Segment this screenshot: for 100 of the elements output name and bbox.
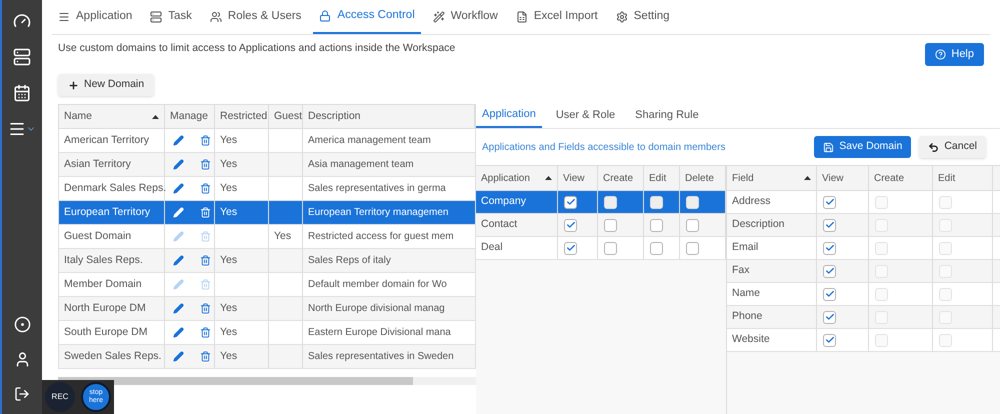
checkbox[interactable] bbox=[823, 264, 836, 278]
new-domain-button[interactable]: New Domain bbox=[58, 74, 154, 96]
domain-row[interactable]: Asian Territory Yes Asia management team bbox=[58, 153, 476, 177]
menu-icon bbox=[58, 11, 70, 23]
checkbox[interactable] bbox=[823, 288, 836, 300]
save-domain-button[interactable]: Save Domain bbox=[814, 136, 912, 158]
nav-tab[interactable]: Application bbox=[52, 0, 138, 34]
column-header[interactable]: Field bbox=[727, 166, 817, 190]
checkbox[interactable] bbox=[686, 218, 699, 232]
application-row[interactable]: Contact bbox=[476, 214, 726, 237]
application-name: Contact bbox=[481, 217, 518, 232]
checkbox[interactable] bbox=[686, 196, 699, 208]
edit-icon[interactable] bbox=[173, 255, 184, 266]
description-text: America management team bbox=[308, 134, 431, 148]
nav-tab[interactable]: Task bbox=[144, 0, 198, 34]
checkbox[interactable] bbox=[823, 310, 836, 324]
cancel-button[interactable]: Cancel bbox=[919, 136, 986, 158]
column-header[interactable]: Manage bbox=[165, 105, 215, 128]
target-icon[interactable] bbox=[14, 316, 30, 333]
edit-icon[interactable] bbox=[173, 159, 184, 170]
domain-row[interactable]: European Territory Yes European Territory managemen bbox=[58, 201, 476, 225]
caption-text: Applications and Fields accessible to domain members bbox=[482, 140, 726, 154]
application-row[interactable]: Deal bbox=[476, 237, 726, 260]
nav-tab[interactable]: Roles & Users bbox=[204, 0, 308, 34]
nav-tab[interactable]: Setting bbox=[610, 0, 676, 34]
delete-icon[interactable] bbox=[200, 183, 211, 194]
application-row[interactable]: Company bbox=[476, 191, 726, 214]
delete-icon[interactable] bbox=[200, 327, 211, 338]
checkbox[interactable] bbox=[604, 242, 617, 254]
calendar-icon[interactable] bbox=[13, 84, 31, 102]
checkbox[interactable] bbox=[604, 196, 617, 208]
field-name: Address bbox=[732, 194, 771, 210]
checkbox[interactable] bbox=[564, 218, 577, 232]
delete-icon[interactable] bbox=[200, 351, 211, 362]
field-name: Phone bbox=[732, 309, 762, 324]
scrollbar[interactable] bbox=[58, 377, 476, 385]
checkbox[interactable] bbox=[604, 218, 617, 232]
column-header[interactable]: Delete bbox=[680, 166, 726, 190]
gauge-icon[interactable] bbox=[13, 12, 31, 30]
server-icon[interactable] bbox=[13, 48, 31, 66]
column-header[interactable]: Edit bbox=[644, 166, 680, 190]
domain-name: South Europe DM bbox=[64, 324, 148, 340]
edit-icon[interactable] bbox=[173, 327, 184, 338]
edit-icon[interactable] bbox=[173, 303, 184, 314]
domain-name: Sweden Sales Reps. bbox=[64, 348, 162, 364]
checkbox[interactable] bbox=[564, 196, 577, 208]
column-header[interactable]: Restricted bbox=[215, 105, 269, 128]
nav-tab[interactable]: Excel Import bbox=[510, 0, 604, 34]
checkbox[interactable] bbox=[650, 218, 663, 232]
domain-row[interactable]: South Europe DM Yes Eastern Europe Divisional mana bbox=[58, 321, 476, 345]
rec-button[interactable]: REC bbox=[45, 382, 75, 412]
edit-icon[interactable] bbox=[173, 183, 184, 194]
checkbox[interactable] bbox=[686, 242, 699, 254]
domain-row[interactable]: Denmark Sales Reps. Yes Sales representatives in germa bbox=[58, 177, 476, 201]
panel-tab[interactable]: Application bbox=[476, 103, 542, 128]
domain-row[interactable]: Italy Sales Reps. Yes Sales Reps of italy bbox=[58, 249, 476, 273]
domain-row[interactable]: Sweden Sales Reps. Yes Sales representatives in Sweden bbox=[58, 345, 476, 369]
nav-tab[interactable]: Access Control bbox=[313, 0, 421, 34]
menu-icon[interactable] bbox=[8, 120, 36, 138]
application-name: Company bbox=[481, 194, 526, 210]
description-text: Restricted access for guest mem bbox=[308, 230, 454, 244]
checkbox[interactable] bbox=[823, 242, 836, 254]
restricted-value: Yes bbox=[220, 252, 238, 268]
settings-icon bbox=[616, 11, 628, 23]
delete-icon[interactable] bbox=[200, 207, 211, 218]
domain-name: Asian Territory bbox=[64, 156, 131, 172]
column-header[interactable]: Name bbox=[59, 105, 165, 128]
nav-tab[interactable]: Workflow bbox=[426, 0, 504, 34]
checkbox[interactable] bbox=[650, 242, 663, 254]
column-header[interactable]: View bbox=[817, 166, 869, 190]
column-header[interactable]: Application bbox=[476, 166, 558, 190]
column-header[interactable]: Create bbox=[869, 166, 933, 190]
domain-row[interactable]: American Territory Yes America management team bbox=[58, 129, 476, 153]
domain-row[interactable]: North Europe DM Yes North Europe divisional manag bbox=[58, 297, 476, 321]
column-header[interactable]: Guest bbox=[269, 105, 303, 128]
delete-icon[interactable] bbox=[200, 255, 211, 266]
edit-icon[interactable] bbox=[173, 351, 184, 362]
panel-tab[interactable]: Sharing Rule bbox=[629, 103, 705, 128]
checkbox[interactable] bbox=[564, 242, 577, 254]
delete-icon[interactable] bbox=[200, 159, 211, 170]
domain-name: European Territory bbox=[64, 204, 150, 220]
checkbox[interactable] bbox=[823, 218, 836, 232]
spreadsheet-icon bbox=[516, 11, 528, 23]
checkbox[interactable] bbox=[823, 196, 836, 208]
checkbox[interactable] bbox=[823, 334, 836, 346]
column-header[interactable]: Edit bbox=[933, 166, 993, 190]
logout-icon[interactable] bbox=[14, 386, 30, 402]
panel-tab[interactable]: User & Role bbox=[550, 103, 622, 128]
delete-icon[interactable] bbox=[200, 303, 211, 314]
plus-icon bbox=[68, 80, 79, 90]
column-header[interactable]: Create bbox=[598, 166, 644, 190]
delete-icon[interactable] bbox=[200, 135, 211, 146]
description-text: Sales representatives in germa bbox=[308, 182, 446, 196]
sort-icon bbox=[545, 176, 552, 180]
edit-icon[interactable] bbox=[173, 135, 184, 146]
column-header[interactable]: Description bbox=[303, 105, 475, 128]
checkbox[interactable] bbox=[650, 196, 663, 208]
help-button[interactable]: Help bbox=[925, 43, 984, 66]
application-name: Deal bbox=[481, 240, 503, 256]
column-header[interactable]: View bbox=[558, 166, 598, 190]
